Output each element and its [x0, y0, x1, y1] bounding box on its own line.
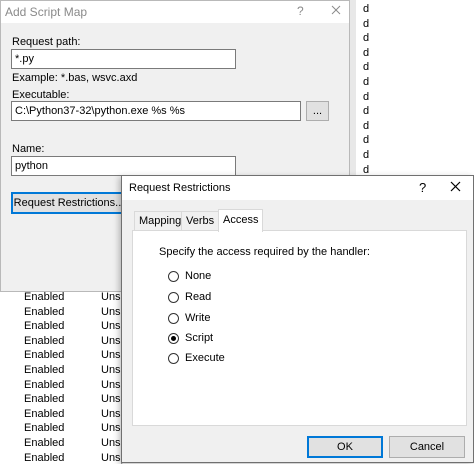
right-column-cell: d	[363, 17, 370, 30]
tab-access[interactable]: Access	[218, 209, 264, 232]
radio-label: Read	[185, 291, 212, 303]
row-state: Enabled	[24, 378, 65, 391]
radio-button[interactable]	[168, 312, 179, 324]
row-state: Enabled	[24, 393, 65, 406]
close-button[interactable]	[450, 179, 461, 195]
right-column-cell: d	[363, 119, 370, 132]
tab-verbs[interactable]: Verbs	[181, 211, 220, 230]
right-column-cell: d	[363, 76, 370, 88]
executable-input[interactable]	[11, 101, 301, 121]
close-icon	[450, 181, 461, 192]
request-path-label: Request path:	[12, 36, 81, 48]
request-path-example: Example: *.bas, wsvc.axd	[12, 72, 138, 84]
row-state: Enabled	[24, 334, 65, 347]
right-column-cell: d	[363, 134, 370, 147]
right-column-cell: d	[363, 149, 370, 161]
request-path-input[interactable]	[11, 49, 236, 69]
row-state: Enabled	[24, 407, 65, 420]
radio-script[interactable]: Script	[168, 332, 213, 344]
access-tab-panel: Specify the access required by the handl…	[132, 230, 467, 426]
radio-button[interactable]	[168, 270, 179, 282]
radio-label: Script	[185, 332, 214, 344]
radio-none[interactable]: None	[168, 270, 211, 282]
dialog-title: Add Script Map	[5, 5, 88, 19]
row-state: Enabled	[24, 349, 65, 362]
radio-read[interactable]: Read	[168, 291, 211, 303]
help-button[interactable]: ?	[297, 4, 304, 18]
row-state: Enabled	[24, 451, 65, 464]
request-restrictions-dialog: Request Restrictions ? Mapping Verbs Acc…	[121, 175, 474, 463]
right-column-cell: d	[363, 105, 370, 118]
dialog-title: Request Restrictions	[129, 182, 231, 194]
right-column-cell: d	[363, 163, 370, 176]
row-state: Enabled	[24, 437, 65, 449]
radio-label: Write	[185, 312, 211, 324]
radio-button[interactable]	[168, 332, 179, 344]
browse-button[interactable]: ...	[306, 101, 329, 121]
close-button[interactable]	[331, 3, 341, 18]
right-column-cell: d	[363, 90, 370, 103]
radio-label: None	[185, 270, 212, 282]
right-column-cell: d	[363, 3, 370, 15]
right-column-cell: d	[363, 61, 370, 74]
dialog-titlebar: Add Script Map ?	[1, 1, 349, 23]
name-input[interactable]	[11, 156, 236, 176]
dialog-titlebar: Request Restrictions ?	[122, 176, 473, 200]
row-state: Enabled	[24, 422, 65, 435]
close-icon	[331, 5, 341, 15]
access-prompt: Specify the access required by the handl…	[159, 246, 370, 258]
radio-execute[interactable]: Execute	[168, 352, 225, 364]
name-label: Name:	[12, 143, 45, 155]
ok-button[interactable]: OK	[307, 436, 383, 458]
row-state: Enabled	[24, 305, 65, 318]
tab-mapping[interactable]: Mapping	[134, 211, 187, 230]
radio-button[interactable]	[168, 291, 179, 303]
executable-label: Executable:	[12, 89, 70, 101]
radio-write[interactable]: Write	[168, 312, 210, 324]
radio-button[interactable]	[168, 352, 179, 364]
right-column-cell: d	[363, 32, 370, 45]
radio-label: Execute	[185, 352, 225, 364]
row-state: Enabled	[24, 364, 65, 376]
row-state: Enabled	[24, 291, 65, 303]
request-restrictions-button[interactable]: Request Restrictions...	[11, 192, 127, 214]
right-column-cell: d	[363, 46, 370, 59]
row-state: Enabled	[24, 320, 65, 333]
cancel-button[interactable]: Cancel	[389, 436, 465, 458]
help-button[interactable]: ?	[419, 180, 426, 195]
